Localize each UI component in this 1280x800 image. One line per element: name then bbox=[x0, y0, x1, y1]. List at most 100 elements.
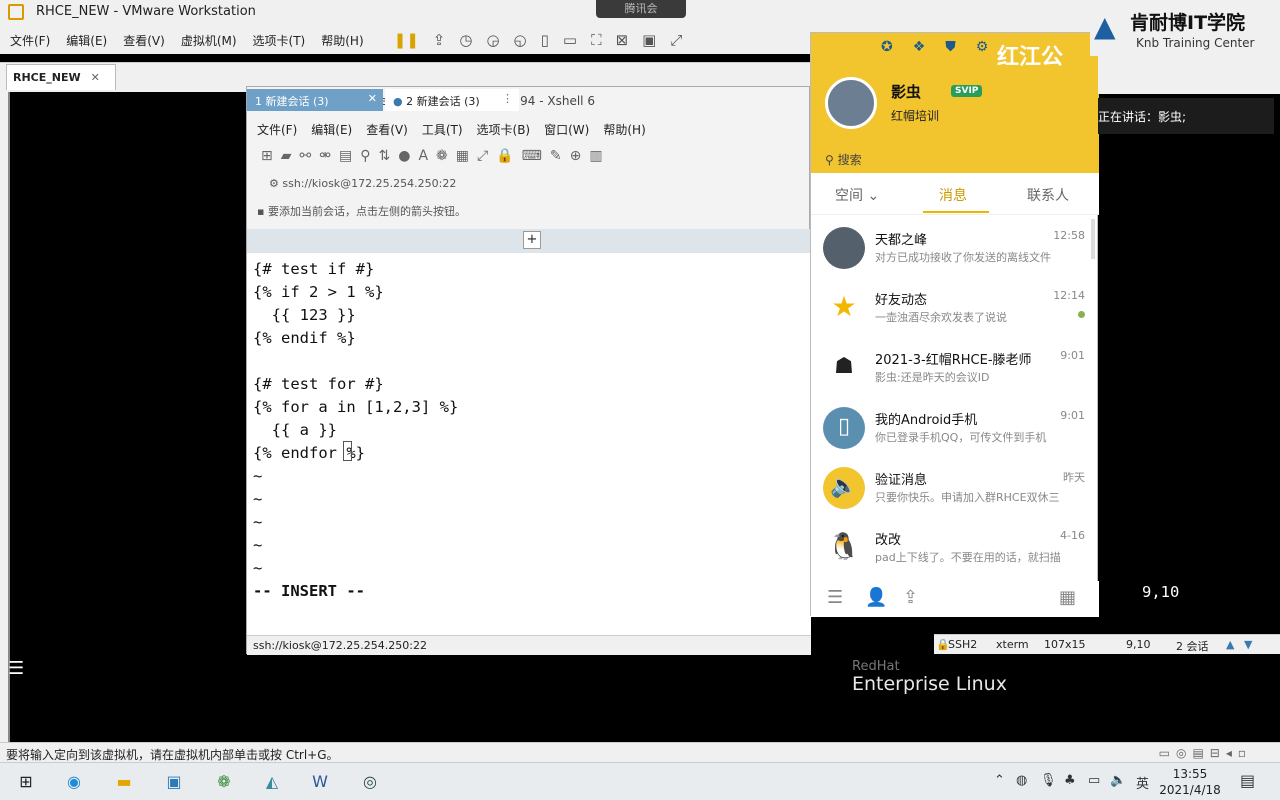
xs-session-tab-1[interactable]: 1 新建会话 (3) ✕ bbox=[247, 89, 383, 111]
file-explorer-icon[interactable]: ▬ bbox=[112, 770, 136, 794]
vm-menu-vm[interactable]: 虚拟机(M) bbox=[181, 32, 237, 49]
xs-session-tab-2[interactable]: ● 2 新建会话 (3) ⋮ bbox=[385, 89, 519, 111]
address-bar[interactable]: ⚙ ssh://kiosk@172.25.254.250:22 bbox=[269, 177, 456, 190]
list-item[interactable]: 🔈 验证消息 昨天 只要你快乐。申请加入群RHCE双休三 bbox=[811, 459, 1099, 519]
xs-menu-view[interactable]: 查看(V) bbox=[366, 121, 408, 138]
star-icon[interactable]: ✪ bbox=[881, 39, 913, 55]
disconnect-icon[interactable]: ⚮ bbox=[319, 148, 339, 164]
unity-icon[interactable]: ⊠ bbox=[616, 31, 629, 49]
vm-menu-tabs[interactable]: 选项卡(T) bbox=[253, 32, 306, 49]
photos-icon[interactable]: ◭ bbox=[260, 770, 284, 794]
console-icon[interactable]: ▣ bbox=[642, 31, 656, 49]
tray-app2-icon[interactable]: ♣ bbox=[1064, 773, 1076, 788]
xs-menu-tabs[interactable]: 选项卡(B) bbox=[477, 121, 531, 138]
app-taskbar-icon[interactable]: ◎ bbox=[358, 770, 382, 794]
highlight-icon[interactable]: ✎ bbox=[550, 148, 570, 164]
list-item[interactable]: ★ 好友动态 12:14 一壶浊酒尽余欢发表了说说 bbox=[811, 279, 1099, 339]
send-keys-icon[interactable]: ⇪ bbox=[433, 31, 446, 49]
app-manager-icon[interactable]: ▦ bbox=[1059, 587, 1076, 608]
conversation-preview: 一壶浊酒尽余欢发表了说说 bbox=[875, 311, 1007, 324]
close-icon[interactable]: ✕ bbox=[91, 71, 100, 84]
mascot-icon[interactable]: ❖ bbox=[913, 39, 946, 55]
tray-app-icon[interactable]: ◍ bbox=[1016, 773, 1027, 788]
search-input[interactable]: ⚲ 搜索 bbox=[825, 151, 862, 168]
find-icon[interactable]: ⚲ bbox=[360, 148, 378, 164]
layout-icon[interactable]: ▥ bbox=[589, 148, 610, 164]
xs-menu-file[interactable]: 文件(F) bbox=[257, 121, 297, 138]
vm-menu-view[interactable]: 查看(V) bbox=[123, 32, 165, 49]
file-transfer-icon[interactable]: ⇪ bbox=[903, 587, 918, 608]
xshell-taskbar-icon[interactable]: ❁ bbox=[212, 770, 236, 794]
list-item[interactable]: 🐧 改改 4-16 pad上下线了。不要在用的话，就扫描 bbox=[811, 519, 1099, 579]
shield-icon[interactable]: ⛊ bbox=[945, 39, 976, 55]
xshell-status-bar: ssh://kiosk@172.25.254.250:22 bbox=[247, 635, 811, 655]
sidebar-toggle-icon[interactable]: ▯ bbox=[541, 31, 549, 49]
vm-tab-rhce[interactable]: RHCE_NEW ✕ bbox=[6, 64, 116, 90]
font-icon[interactable]: A bbox=[418, 148, 436, 164]
input-language[interactable]: 英 bbox=[1136, 773, 1149, 792]
terminal-area[interactable]: {# test if #} {% if 2 > 1 %} {{ 123 }} {… bbox=[247, 253, 811, 635]
add-tab-icon[interactable]: ⊕ bbox=[570, 148, 590, 164]
xftp-icon[interactable]: ❁ bbox=[436, 148, 456, 164]
pause-icon[interactable]: ❚❚ bbox=[394, 31, 419, 49]
list-item[interactable]: 天都之峰 12:58 对方已成功接收了你发送的离线文件 bbox=[811, 219, 1099, 279]
keyboard-icon[interactable]: ⌨ bbox=[522, 148, 550, 164]
snapshot-icon[interactable]: ◷ bbox=[459, 31, 472, 49]
xs-menu-window[interactable]: 窗口(W) bbox=[544, 121, 589, 138]
logo-cn-text: 肯耐博IT学院 bbox=[1130, 12, 1246, 34]
session-up-icon[interactable]: ▲ bbox=[1226, 638, 1234, 651]
vmware-taskbar-icon[interactable]: ▣ bbox=[162, 770, 186, 794]
microphone-icon[interactable]: 🎙 bbox=[1040, 773, 1057, 788]
vmware-status-bar: 要将输入定向到该虚拟机，请在虚拟机内部单击或按 Ctrl+G。 ▭◎▤⊟◂▫ bbox=[0, 742, 1280, 762]
tab-contacts[interactable]: 联系人 bbox=[1027, 185, 1069, 205]
xs-menu-tools[interactable]: 工具(T) bbox=[422, 121, 463, 138]
volume-icon[interactable]: 🔈 bbox=[1110, 773, 1126, 788]
main-menu-icon[interactable]: ☰ bbox=[827, 587, 843, 608]
notification-icon[interactable]: ▤ bbox=[1240, 771, 1255, 790]
bookmark-icon[interactable]: ▪ bbox=[257, 205, 268, 218]
xs-menu-edit[interactable]: 编辑(E) bbox=[311, 121, 352, 138]
color-scheme-icon[interactable]: ● bbox=[398, 148, 418, 164]
tab-space[interactable]: 空间 ⌄ bbox=[835, 185, 879, 205]
edge-icon[interactable]: ◉ bbox=[62, 770, 86, 794]
vm-menu-edit[interactable]: 编辑(E) bbox=[66, 32, 107, 49]
close-icon[interactable]: ✕ bbox=[368, 92, 377, 105]
new-session-icon[interactable]: ⊞ bbox=[261, 148, 281, 164]
stretch-icon[interactable]: ⤢ bbox=[670, 31, 682, 49]
snapshot-manager-icon[interactable]: ◵ bbox=[514, 31, 527, 49]
clock[interactable]: 13:55 2021/4/18 bbox=[1158, 766, 1222, 798]
xshell-window: ❁新建会话 (3) - student@workstation:~/rh294 … bbox=[246, 86, 811, 655]
status-address: ssh://kiosk@172.25.254.250:22 bbox=[253, 639, 427, 652]
word-icon[interactable]: W bbox=[308, 770, 332, 794]
network-icon[interactable]: ▭ bbox=[1088, 773, 1100, 788]
tab-messages[interactable]: 消息 bbox=[939, 185, 967, 205]
properties-icon[interactable]: ▤ bbox=[339, 148, 360, 164]
transfer-icon[interactable]: ⇅ bbox=[378, 148, 398, 164]
vm-menu-help[interactable]: 帮助(H) bbox=[321, 32, 363, 49]
revert-snapshot-icon[interactable]: ◶ bbox=[486, 31, 499, 49]
windows-start-icon[interactable]: ⊞ bbox=[14, 770, 38, 794]
list-item[interactable]: ☗ 2021-3-红帽RHCE-滕老师 9:01 影虫:还是昨天的会议ID bbox=[811, 339, 1099, 399]
open-folder-icon[interactable]: ▰ bbox=[281, 148, 300, 164]
xs-menu-help[interactable]: 帮助(H) bbox=[603, 121, 645, 138]
qq-signature[interactable]: 红帽培训 bbox=[891, 107, 939, 124]
avatar[interactable] bbox=[825, 77, 877, 129]
connect-icon[interactable]: ⚯ bbox=[300, 148, 320, 164]
qq-username[interactable]: 影虫 bbox=[891, 81, 921, 102]
meeting-banner[interactable]: 腾讯会 bbox=[596, 0, 686, 18]
tray-expand-icon[interactable]: ⌃ bbox=[994, 773, 1005, 788]
session-down-icon[interactable]: ▼ bbox=[1244, 638, 1252, 651]
lock-icon[interactable]: 🔒 bbox=[496, 148, 521, 164]
fullscreen-icon[interactable]: ⤢ bbox=[477, 148, 496, 164]
fullscreen-icon[interactable]: ⛶ bbox=[591, 31, 602, 49]
add-contact-icon[interactable]: 👤 bbox=[865, 587, 887, 608]
thumbnail-icon[interactable]: ▭ bbox=[563, 31, 577, 49]
vm-menu-file[interactable]: 文件(F) bbox=[10, 32, 50, 49]
guest-menu-icon[interactable]: ☰ bbox=[8, 658, 24, 679]
add-tab-button[interactable]: + bbox=[523, 231, 541, 249]
list-item[interactable]: ▯ 我的Android手机 9:01 你已登录手机QQ，可传文件到手机 bbox=[811, 399, 1099, 459]
script-icon[interactable]: ▦ bbox=[456, 148, 477, 164]
tab-menu-icon[interactable]: ⋮ bbox=[502, 92, 513, 105]
vmware-window-title: RHCE_NEW - VMware Workstation bbox=[36, 4, 256, 19]
device-icons[interactable]: ▭◎▤⊟◂▫ bbox=[1159, 746, 1252, 760]
